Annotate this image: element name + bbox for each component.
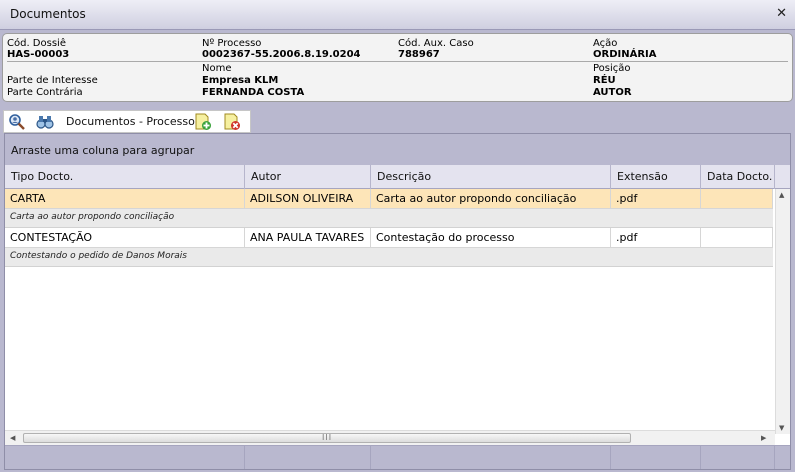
row-preview: Carta ao autor propondo conciliação [5,209,773,228]
scroll-down-icon[interactable]: ▼ [779,424,784,432]
binoculars-icon[interactable] [36,113,54,131]
column-header-autor[interactable]: Autor [245,165,371,189]
cell-data [701,189,773,209]
table-row[interactable]: CARTA ADILSON OLIVEIRA Carta ao autor pr… [5,189,773,209]
window-titlebar: Documentos ✕ [0,0,795,30]
cod-aux-caso-value: 788967 [398,49,440,60]
footer-cell [701,446,775,469]
table-row[interactable]: CONTESTAÇÃO ANA PAULA TAVARES Contestaçã… [5,228,773,248]
group-by-panel[interactable]: Arraste uma coluna para agrupar [5,134,790,165]
footer-cell [245,446,371,469]
grid-header: Tipo Docto. Autor Descrição Extensão Dat… [5,165,790,189]
cell-descricao: Carta ao autor propondo conciliação [371,189,611,209]
num-processo-value: 0002367-55.2006.8.19.0204 [202,49,361,60]
column-header-extensao[interactable]: Extensão [611,165,701,189]
documents-toolbar: Documentos - Processo [3,110,251,133]
cell-extensao: .pdf [611,228,701,248]
cell-descricao: Contestação do processo [371,228,611,248]
process-info-panel: Cód. Dossiê HAS-00003 Nº Processo 000236… [2,33,793,102]
parte-interesse-posicao: RÉU [593,75,616,86]
cell-tipo: CONTESTAÇÃO [5,228,245,248]
row-preview: Contestando o pedido de Danos Morais [5,248,773,267]
cell-extensao: .pdf [611,189,701,209]
cell-autor: ANA PAULA TAVARES [245,228,371,248]
parte-contraria-posicao: AUTOR [593,87,632,98]
scroll-right-icon[interactable]: ▶ [761,434,766,442]
num-processo-label: Nº Processo [202,38,262,49]
horizontal-scrollbar[interactable]: ◀ III ▶ [5,430,775,445]
parte-contraria-label: Parte Contrária [7,87,83,98]
documents-grid: Arraste uma coluna para agrupar Tipo Doc… [4,133,791,470]
grid-footer [5,445,790,469]
cod-aux-caso-label: Cód. Aux. Caso [398,38,474,49]
cod-dossie-label: Cód. Dossiê [7,38,66,49]
cell-tipo: CARTA [5,189,245,209]
footer-cell [5,446,245,469]
cod-dossie-value: HAS-00003 [7,49,70,60]
divider [7,61,788,62]
cell-data [701,228,773,248]
parte-contraria-nome: FERNANDA COSTA [202,87,305,98]
add-document-icon[interactable] [194,113,212,131]
acao-value: ORDINÁRIA [593,49,657,60]
footer-cell [611,446,701,469]
grip-icon: III [322,433,333,442]
toolbar-title: Documentos - Processo [66,115,195,128]
delete-document-icon[interactable] [223,113,241,131]
close-icon[interactable]: ✕ [776,6,787,21]
scroll-thumb[interactable]: III [23,433,631,443]
group-hint: Arraste uma coluna para agrupar [11,144,195,157]
parte-interesse-label: Parte de Interesse [7,75,98,86]
footer-cell [371,446,611,469]
scroll-up-icon[interactable]: ▲ [779,191,784,199]
window-title: Documentos [10,7,86,21]
column-header-descricao[interactable]: Descrição [371,165,611,189]
search-person-icon[interactable] [8,113,26,131]
column-header-data[interactable]: Data Docto. [701,165,775,189]
nome-header: Nome [202,63,232,74]
column-header-tipo[interactable]: Tipo Docto. [5,165,245,189]
scroll-left-icon[interactable]: ◀ [10,434,15,442]
vertical-scrollbar[interactable]: ▲ ▼ [775,189,790,434]
acao-label: Ação [593,38,618,49]
parte-interesse-nome: Empresa KLM [202,75,279,86]
posicao-header: Posição [593,63,631,74]
cell-autor: ADILSON OLIVEIRA [245,189,371,209]
